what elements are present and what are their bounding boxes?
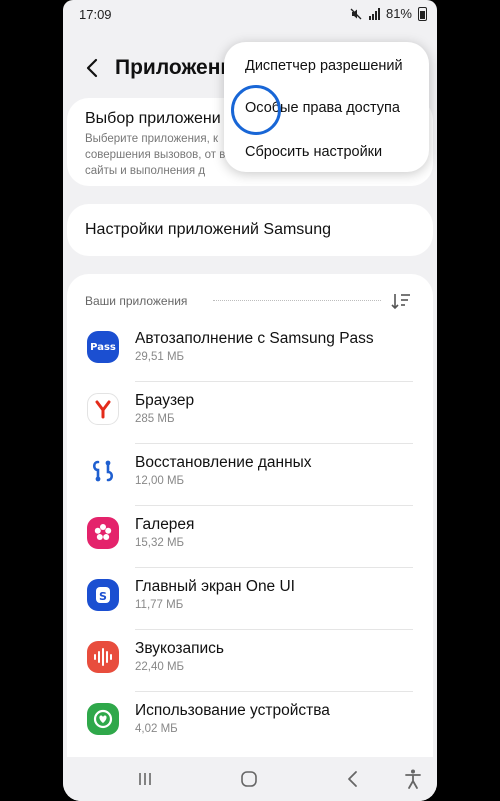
app-name: Звукозапись: [135, 640, 225, 657]
samsung-app-settings-label: Настройки приложений Samsung: [85, 221, 331, 238]
app-size: 12,00 МБ: [135, 475, 185, 487]
signal-icon: [368, 7, 380, 20]
section-divider: [213, 300, 381, 301]
app-size: 22,40 МБ: [135, 661, 185, 673]
navigation-bar: [63, 757, 437, 801]
accessibility-icon[interactable]: [401, 768, 425, 790]
app-size: 11,77 МБ: [135, 599, 184, 611]
mute-icon: [350, 8, 362, 19]
app-row-browser[interactable]: Браузер 285 МБ: [67, 382, 433, 444]
back-nav-icon[interactable]: [341, 768, 365, 790]
recents-icon[interactable]: [133, 768, 157, 790]
app-size: 4,02 МБ: [135, 723, 178, 735]
app-row-samsung-pass[interactable]: Pass Автозаполнение с Samsung Pass 29,51…: [67, 320, 433, 382]
choose-default-apps-title: Выбор приложени: [85, 110, 221, 127]
status-time: 17:09: [79, 7, 112, 22]
gallery-icon: [87, 517, 119, 549]
back-arrow-icon[interactable]: [81, 54, 105, 82]
status-bar: 17:09 81%: [63, 0, 437, 28]
device-care-icon: [87, 703, 119, 735]
app-name: Галерея: [135, 516, 195, 533]
app-size: 285 МБ: [135, 413, 175, 425]
app-row-device-care[interactable]: Использование устройства 4,02 МБ: [67, 692, 433, 754]
app-row-voice-recorder[interactable]: Звукозапись 22,40 МБ: [67, 630, 433, 692]
app-size: 29,51 МБ: [135, 351, 185, 363]
apps-list-card: Ваши приложения Pass Автозаполнение с Sa…: [67, 274, 433, 801]
one-ui-home-icon: S: [87, 579, 119, 611]
app-row-one-ui-home[interactable]: S Главный экран One UI 11,77 МБ: [67, 568, 433, 630]
data-restore-icon: [87, 455, 119, 487]
app-row-data-restore[interactable]: Восстановление данных 12,00 МБ: [67, 444, 433, 506]
sort-icon[interactable]: [391, 292, 411, 310]
yandex-browser-icon: [87, 393, 119, 425]
menu-item-reset-settings[interactable]: Сбросить настройки: [245, 144, 382, 160]
app-name: Использование устройства: [135, 702, 330, 719]
status-icons: 81%: [350, 6, 427, 21]
samsung-pass-icon: Pass: [87, 331, 119, 363]
battery-percent: 81%: [385, 6, 412, 21]
battery-icon: [418, 6, 427, 21]
svg-text:S: S: [99, 590, 107, 603]
menu-item-permission-manager[interactable]: Диспетчер разрешений: [245, 58, 403, 74]
app-name: Главный экран One UI: [135, 578, 295, 595]
samsung-app-settings-card[interactable]: Настройки приложений Samsung: [67, 204, 433, 256]
app-name: Восстановление данных: [135, 454, 312, 471]
app-name: Браузер: [135, 392, 195, 409]
app-row-gallery[interactable]: Галерея 15,32 МБ: [67, 506, 433, 568]
your-apps-label: Ваши приложения: [85, 294, 188, 308]
tap-highlight-circle: [231, 85, 281, 135]
home-icon[interactable]: [237, 768, 261, 790]
app-name: Автозаполнение с Samsung Pass: [135, 330, 374, 347]
app-size: 15,32 МБ: [135, 537, 185, 549]
voice-recorder-icon: [87, 641, 119, 673]
